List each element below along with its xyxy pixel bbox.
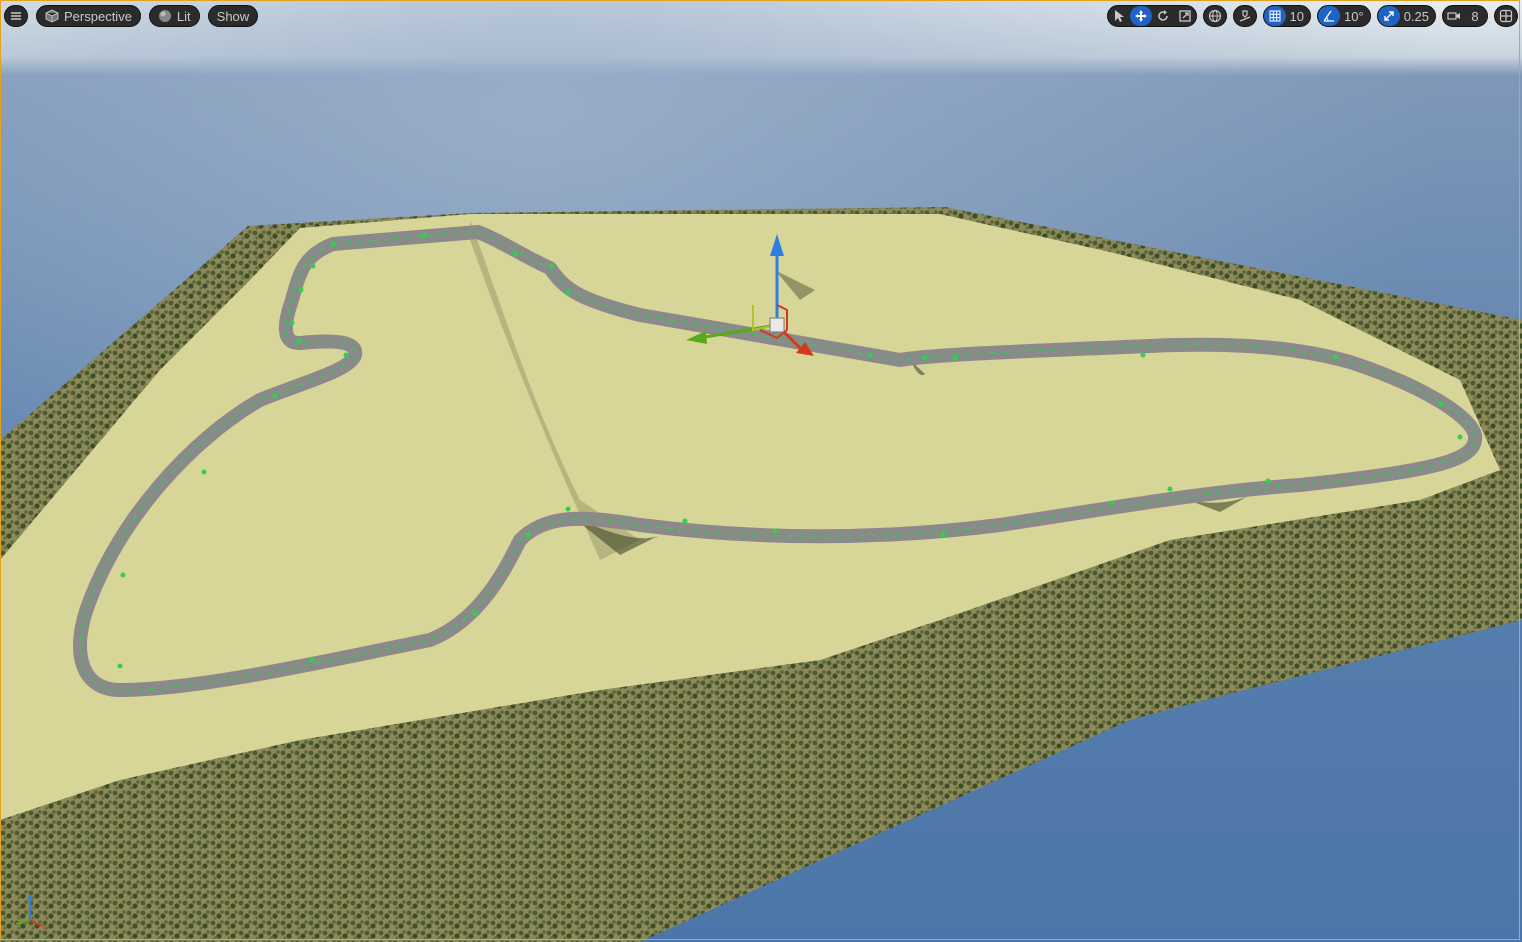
world-axis-indicator-icon: x — [15, 894, 46, 932]
grid-snap-group: 10 — [1262, 5, 1312, 27]
sphere-icon — [158, 10, 171, 22]
scale-snap-group: 0.25 — [1376, 5, 1436, 27]
view-mode-button[interactable]: Perspective — [36, 5, 141, 27]
viewport-options-button[interactable] — [4, 5, 28, 27]
svg-text:x: x — [42, 923, 46, 932]
camera-speed-value[interactable]: 8 — [1465, 6, 1487, 26]
show-flags-button[interactable]: Show — [207, 5, 259, 27]
rotate-mode-button[interactable] — [1152, 6, 1174, 26]
level-viewport[interactable]: Perspective Lit Show 10 10° 0.25 8 x — [0, 0, 1522, 942]
lighting-mode-label: Lit — [176, 8, 191, 24]
rotate-icon — [1157, 10, 1168, 21]
camera-speed-button[interactable] — [1443, 6, 1465, 26]
lighting-mode-button[interactable]: Lit — [148, 5, 200, 27]
rotation-snap-value[interactable]: 10° — [1340, 6, 1370, 26]
viewport-scene[interactable] — [0, 0, 1522, 942]
snap-surface-icon — [1239, 10, 1250, 22]
scale-arrow-icon — [1383, 11, 1394, 21]
cube-icon — [45, 9, 59, 23]
viewport-toolbar-right: 10 10° 0.25 8 — [1106, 5, 1518, 27]
viewport-toolbar-left: Perspective Lit Show — [4, 5, 259, 27]
cursor-icon — [1114, 10, 1124, 22]
camera-icon — [1447, 12, 1460, 20]
grid-icon — [1269, 10, 1281, 22]
grid-snap-toggle[interactable] — [1263, 6, 1286, 26]
layout-icon — [1499, 9, 1513, 23]
viewport-layout-button[interactable] — [1494, 5, 1518, 27]
scale-mode-button[interactable] — [1174, 6, 1196, 26]
translate-mode-button[interactable] — [1129, 6, 1152, 26]
coordinate-space-button[interactable] — [1202, 5, 1227, 27]
view-mode-label: Perspective — [64, 8, 132, 24]
move-icon — [1134, 10, 1147, 22]
hamburger-icon — [11, 12, 21, 20]
angle-icon — [1323, 10, 1335, 22]
transform-tools-group — [1106, 5, 1197, 27]
scale-icon — [1178, 10, 1191, 22]
scale-snap-toggle[interactable] — [1377, 6, 1400, 26]
globe-icon — [1208, 9, 1221, 23]
scale-snap-value[interactable]: 0.25 — [1400, 6, 1435, 26]
surface-snapping-button[interactable] — [1232, 5, 1257, 27]
show-flags-label: Show — [216, 8, 250, 24]
grid-snap-value[interactable]: 10 — [1286, 6, 1310, 26]
select-mode-button[interactable] — [1108, 6, 1130, 26]
rotation-snap-group: 10° — [1317, 5, 1371, 27]
camera-speed-group: 8 — [1442, 5, 1488, 27]
rotation-snap-toggle[interactable] — [1318, 6, 1341, 26]
